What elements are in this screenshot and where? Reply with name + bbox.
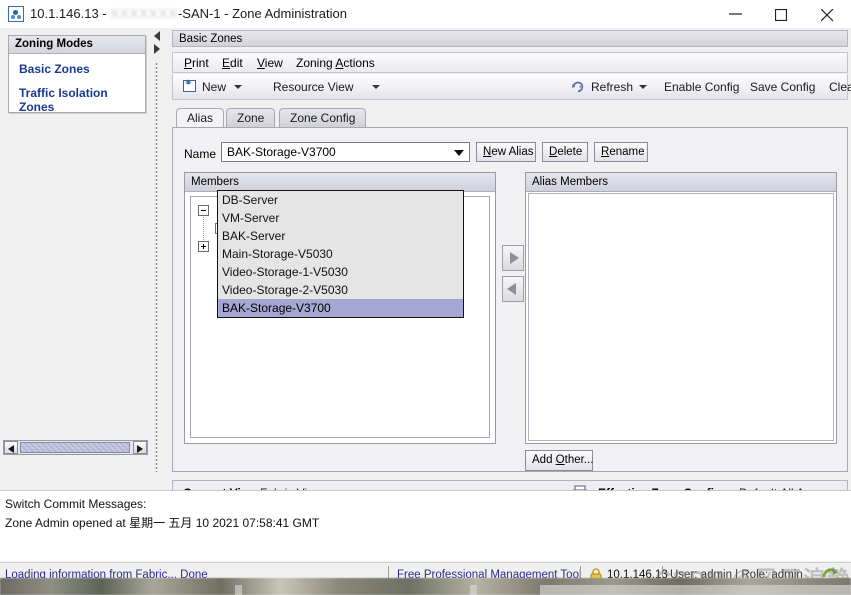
add-member-button[interactable] [502,245,524,271]
scroll-right-arrow[interactable] [133,441,147,454]
panel-title: Basic Zones [172,30,848,47]
menu-bar: Print Edit View Zoning Actions [172,52,848,73]
enable-config-button[interactable]: Enable Config [664,78,739,96]
window-content: Zoning Modes Basic Zones Traffic Isolati… [0,28,851,505]
alias-name-dropdown-list[interactable]: DB-Server VM-Server BAK-Server Main-Stor… [217,190,464,318]
toolbar: New Resource View Refresh Enable Config … [172,74,851,100]
add-other-button[interactable]: Add Other... [525,450,593,471]
refresh-icon [571,81,584,93]
save-config-button[interactable]: Save Config [750,78,815,96]
dropdown-option-bak-server[interactable]: BAK-Server [218,227,463,245]
sidebar-item-traffic-isolation-zones[interactable]: Traffic Isolation Zones [9,86,145,114]
tree-toggle-collapse-root[interactable] [198,205,209,216]
taskbar-sliver-3 [540,585,851,595]
window-title-suffix: -SAN-1 - Zone Administration [177,6,348,21]
dropdown-option-vm-server[interactable]: VM-Server [218,209,463,227]
minimize-icon [729,13,742,15]
new-button[interactable]: New [202,78,226,96]
zoning-modes-header: Zoning Modes [9,36,145,54]
dropdown-option-video-storage-2-v5030[interactable]: Video-Storage-2-V5030 [218,281,463,299]
dropdown-option-video-storage-1-v5030[interactable]: Video-Storage-1-V5030 [218,263,463,281]
alias-members-list[interactable] [528,193,834,441]
new-alias-button[interactable]: New Alias [476,142,536,162]
refresh-caret-icon[interactable] [639,85,647,89]
new-icon [183,78,196,92]
switch-commit-messages-panel: Switch Commit Messages: Zone Admin opene… [0,490,851,561]
minimize-button[interactable] [713,0,759,28]
close-button[interactable] [805,0,851,28]
window-title: 10.1.146.13 - XXXXXXX-SAN-1 - Zone Admin… [30,5,347,23]
remove-member-button[interactable] [502,276,524,302]
dropdown-option-db-server[interactable]: DB-Server [218,191,463,209]
switch-app-icon [8,6,24,22]
resource-view-caret-icon[interactable] [372,85,380,89]
splitter-grip [155,62,158,472]
close-icon [821,9,834,22]
taskbar-sliver-1 [235,585,242,595]
window-title-redacted: XXXXXXX [110,6,178,21]
left-panel-horizontal-scrollbar[interactable] [3,440,148,455]
splitter-collapse-arrows[interactable] [153,30,162,58]
rename-button[interactable]: Rename [594,142,648,162]
window-title-prefix: 10.1.146.13 - [30,6,111,21]
menu-print[interactable]: Print [179,55,214,72]
tab-zone[interactable]: Zone [226,108,276,128]
alias-members-header: Alias Members [526,173,836,192]
refresh-button[interactable]: Refresh [591,78,633,96]
tab-zone-config[interactable]: Zone Config [279,108,367,128]
alias-members-box: Alias Members [525,172,837,444]
message-entry: Zone Admin opened at 星期一 五月 10 2021 07:5… [5,516,320,530]
clear-all-button[interactable]: Clear All [829,78,851,96]
menu-zoning-actions[interactable]: Zoning Actions [291,55,380,72]
panel-splitter[interactable] [152,28,166,480]
messages-title: Switch Commit Messages: [5,497,147,511]
zone-administration-window: 10.1.146.13 - XXXXXXX-SAN-1 - Zone Admin… [0,0,851,595]
resource-view-button[interactable]: Resource View [273,78,353,96]
scroll-left-arrow[interactable] [4,441,18,454]
tree-toggle-expand-second[interactable] [198,241,209,252]
tab-alias[interactable]: Alias [176,108,225,128]
alias-name-combobox[interactable]: BAK-Storage-V3700 [221,142,470,162]
taskbar-sliver-2 [470,585,477,595]
menu-edit[interactable]: Edit [217,55,248,72]
title-bar: 10.1.146.13 - XXXXXXX-SAN-1 - Zone Admin… [0,0,851,29]
dropdown-option-bak-storage-v3700[interactable]: BAK-Storage-V3700 [218,299,463,317]
alias-name-value: BAK-Storage-V3700 [227,145,336,159]
maximize-icon [775,9,787,21]
new-dropdown-caret-icon[interactable] [234,85,242,89]
menu-view[interactable]: View [252,55,288,72]
combobox-dropdown-button[interactable] [450,144,468,160]
sidebar-item-basic-zones[interactable]: Basic Zones [9,62,145,76]
zoning-modes-panel: Zoning Modes Basic Zones Traffic Isolati… [0,28,152,460]
zoning-modes-box: Zoning Modes Basic Zones Traffic Isolati… [8,35,146,114]
maximize-button[interactable] [759,0,805,28]
scrollbar-thumb[interactable] [20,442,130,453]
tab-strip: Alias Zone Zone Config [176,108,846,128]
delete-button[interactable]: Delete [542,142,588,162]
name-label: Name [184,147,217,161]
dropdown-option-main-storage-v5030[interactable]: Main-Storage-V5030 [218,245,463,263]
